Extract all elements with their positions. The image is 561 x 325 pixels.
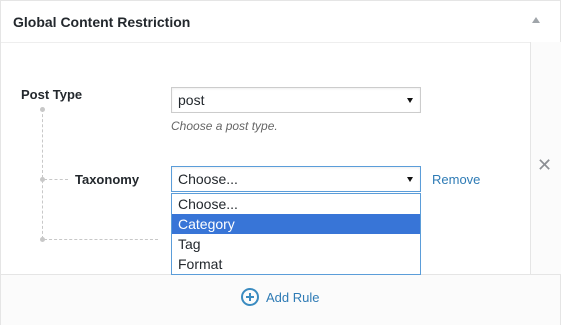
tree-node-dot — [40, 177, 45, 182]
collapse-toggle-icon[interactable] — [532, 17, 540, 23]
tree-node-dot — [40, 237, 45, 242]
tree-connector-vertical — [42, 109, 43, 239]
remove-taxonomy-link[interactable]: Remove — [432, 172, 480, 187]
taxonomy-option[interactable]: Choose... — [172, 194, 420, 214]
post-type-help-text: Choose a post type. — [171, 119, 278, 133]
post-type-select[interactable]: post — [171, 87, 421, 113]
close-icon[interactable]: ✕ — [537, 156, 552, 174]
caret-down-icon — [407, 98, 413, 103]
tree-node-dot — [40, 107, 45, 112]
panel-title: Global Content Restriction — [13, 14, 191, 30]
global-content-restriction-panel: Global Content Restriction ✕ Add Rule — [0, 0, 561, 325]
tree-connector-taxonomy — [44, 179, 68, 180]
caret-down-icon — [407, 177, 413, 182]
tree-connector-end — [44, 239, 158, 240]
plus-circle-icon — [241, 288, 259, 306]
post-type-label: Post Type — [21, 87, 83, 102]
taxonomy-option[interactable]: Tag — [172, 234, 420, 254]
add-rule-button[interactable]: Add Rule — [241, 287, 319, 307]
panel-header: Global Content Restriction — [1, 1, 560, 43]
taxonomy-option[interactable]: Format — [172, 254, 420, 274]
taxonomy-label: Taxonomy — [75, 172, 140, 187]
taxonomy-select-value: Choose... — [178, 171, 238, 187]
taxonomy-option-highlighted[interactable]: Category — [172, 214, 420, 234]
post-type-select-value: post — [178, 92, 205, 108]
taxonomy-dropdown-list: Choose... Category Tag Format — [171, 193, 421, 275]
rule-delete-column: ✕ — [530, 42, 561, 274]
add-rule-label: Add Rule — [266, 289, 320, 305]
taxonomy-select[interactable]: Choose... — [171, 166, 421, 192]
panel-footer: Add Rule — [1, 274, 560, 325]
